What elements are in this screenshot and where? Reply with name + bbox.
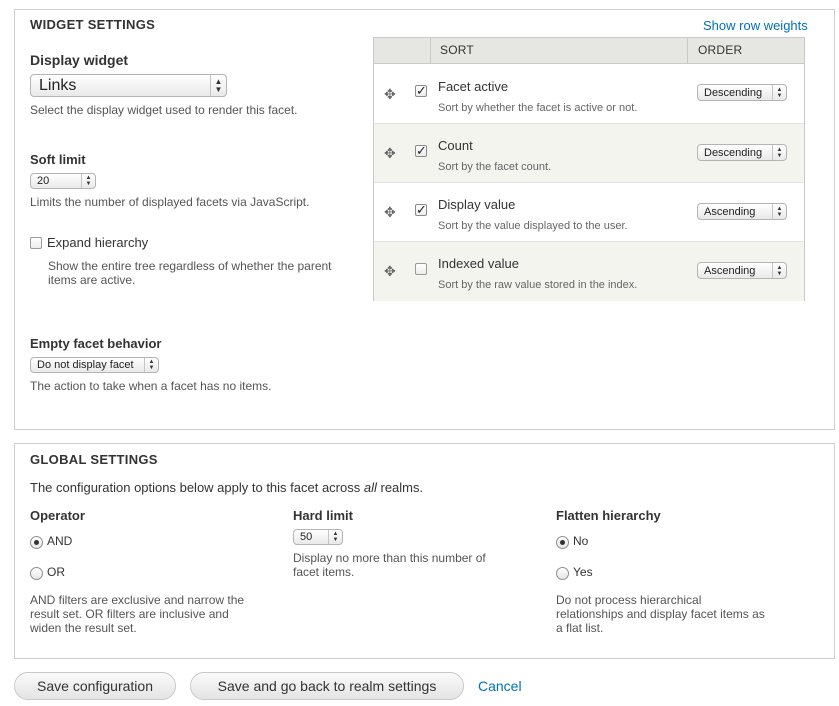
soft-limit-select[interactable]: 20 ▲ ▼: [30, 173, 96, 189]
operator-or-label[interactable]: OR: [47, 565, 65, 579]
hard-limit-select[interactable]: 50 ▲ ▼: [293, 529, 343, 545]
sort-enable-checkbox[interactable]: ✓: [415, 143, 427, 158]
operator-and-radio[interactable]: [30, 536, 43, 549]
display-widget-description: Select the display widget used to render…: [30, 103, 298, 117]
expand-hierarchy-checkbox[interactable]: [30, 237, 42, 249]
soft-limit-description: Limits the number of displayed facets vi…: [30, 195, 310, 209]
display-widget-value: Links: [39, 76, 77, 94]
drag-handle-icon[interactable]: ✥: [384, 87, 396, 101]
flatten-description-2: relationships and display facet items as: [556, 607, 765, 621]
soft-limit-value: 20: [37, 175, 50, 187]
show-row-weights-link[interactable]: Show row weights: [703, 18, 808, 33]
select-arrows-icon: ▲ ▼: [772, 145, 786, 160]
order-select[interactable]: Descending ▲ ▼: [697, 144, 787, 161]
intro-text-before: The configuration options below apply to…: [30, 480, 364, 495]
empty-facet-label: Empty facet behavior: [30, 336, 162, 351]
sort-enable-checkbox[interactable]: ✓: [415, 83, 427, 98]
flatten-description-3: a flat list.: [556, 621, 604, 635]
global-settings-fieldset: GLOBAL SETTINGS The configuration option…: [14, 443, 835, 659]
drag-handle-icon[interactable]: ✥: [384, 146, 396, 160]
expand-hierarchy-label[interactable]: Expand hierarchy: [47, 235, 148, 250]
intro-text-emphasis: all: [363, 480, 377, 495]
sort-title: Display value: [438, 197, 516, 212]
cancel-link[interactable]: Cancel: [478, 678, 522, 694]
intro-text-after: realms.: [376, 480, 424, 495]
sort-description: Sort by whether the facet is active or n…: [438, 102, 638, 114]
flatten-yes-radio[interactable]: [556, 567, 569, 580]
save-configuration-button[interactable]: Save configuration: [14, 672, 176, 700]
order-select[interactable]: Descending ▲ ▼: [697, 84, 787, 101]
order-value: Descending: [704, 86, 763, 99]
sort-enable-checkbox[interactable]: ✓: [415, 202, 427, 217]
hard-limit-description-1: Display no more than this number of: [293, 551, 486, 565]
order-value: Ascending: [704, 264, 756, 277]
sort-table-header: SORT ORDER: [374, 38, 804, 64]
operator-and-label[interactable]: AND: [47, 534, 72, 548]
header-divider: [687, 38, 688, 64]
flatten-yes-label[interactable]: Yes: [573, 565, 593, 579]
display-widget-select[interactable]: Links ▲ ▼: [30, 74, 227, 97]
sort-enable-checkbox[interactable]: [415, 263, 427, 275]
order-value: Descending: [704, 146, 763, 159]
drag-handle-icon[interactable]: ✥: [384, 264, 396, 278]
hard-limit-label: Hard limit: [293, 508, 353, 523]
sort-column-header: SORT: [440, 43, 474, 57]
header-divider: [430, 38, 431, 64]
operator-label: Operator: [30, 508, 85, 523]
operator-description-2: result set. OR filters are inclusive and: [30, 607, 229, 621]
sort-title: Count: [438, 138, 473, 153]
sort-description: Sort by the facet count.: [438, 161, 552, 173]
table-row: ✥ ✓ Facet active Sort by whether the fac…: [374, 65, 804, 124]
table-row: ✥ ✓ Display value Sort by the value disp…: [374, 183, 804, 242]
select-arrows-icon: ▲ ▼: [144, 358, 158, 372]
flatten-no-label[interactable]: No: [573, 534, 588, 548]
operator-or-radio[interactable]: [30, 567, 43, 580]
hard-limit-value: 50: [300, 531, 313, 543]
checkmark-icon: ✓: [416, 143, 427, 158]
select-arrows-icon: ▲ ▼: [772, 263, 786, 278]
hard-limit-description-2: facet items.: [293, 565, 355, 579]
empty-facet-value: Do not display facet: [37, 359, 134, 371]
global-settings-intro: The configuration options below apply to…: [30, 480, 423, 495]
order-value: Ascending: [704, 205, 756, 218]
sort-title: Facet active: [438, 79, 509, 94]
sort-description: Sort by the raw value stored in the inde…: [438, 279, 638, 291]
expand-hierarchy-description-2: items are active.: [48, 273, 136, 287]
sort-table: SORT ORDER ✥ ✓ Facet active Sort by whet…: [373, 37, 805, 301]
widget-settings-legend: WIDGET SETTINGS: [30, 17, 156, 32]
expand-hierarchy-description-1: Show the entire tree regardless of wheth…: [48, 259, 332, 273]
table-row: ✥ ✓ Count Sort by the facet count. Desce…: [374, 124, 804, 183]
operator-description-1: AND filters are exclusive and narrow the: [30, 593, 245, 607]
flatten-no-radio[interactable]: [556, 536, 569, 549]
checkmark-icon: ✓: [416, 83, 427, 98]
select-arrows-icon: ▲ ▼: [81, 174, 95, 188]
display-widget-label: Display widget: [30, 52, 129, 68]
empty-facet-select[interactable]: Do not display facet ▲ ▼: [30, 357, 159, 373]
save-and-back-button[interactable]: Save and go back to realm settings: [190, 672, 464, 700]
global-settings-legend: GLOBAL SETTINGS: [30, 452, 158, 467]
flatten-hierarchy-label: Flatten hierarchy: [556, 508, 661, 523]
sort-description: Sort by the value displayed to the user.: [438, 220, 628, 232]
select-arrows-icon: ▲ ▼: [772, 85, 786, 100]
flatten-description-1: Do not process hierarchical: [556, 593, 702, 607]
empty-facet-description: The action to take when a facet has no i…: [30, 379, 272, 393]
select-arrows-icon: ▲ ▼: [210, 75, 226, 96]
order-select[interactable]: Ascending ▲ ▼: [697, 203, 787, 220]
drag-handle-icon[interactable]: ✥: [384, 205, 396, 219]
soft-limit-label: Soft limit: [30, 152, 86, 167]
select-arrows-icon: ▲ ▼: [328, 530, 342, 544]
checkmark-icon: ✓: [416, 202, 427, 217]
sort-title: Indexed value: [438, 256, 519, 271]
order-column-header: ORDER: [698, 43, 743, 57]
table-row: ✥ Indexed value Sort by the raw value st…: [374, 242, 804, 301]
operator-description-3: widen the result set.: [30, 621, 137, 635]
select-arrows-icon: ▲ ▼: [772, 204, 786, 219]
order-select[interactable]: Ascending ▲ ▼: [697, 262, 787, 279]
